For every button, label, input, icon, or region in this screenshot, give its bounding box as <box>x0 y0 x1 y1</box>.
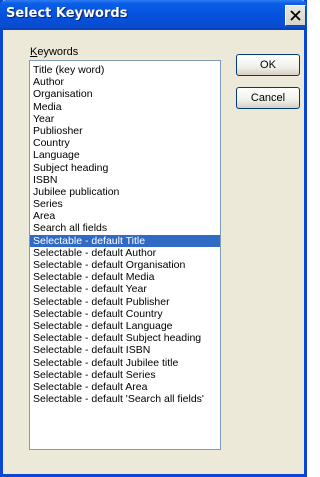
keyword-list-item[interactable]: Selectable - default Organisation <box>30 259 220 271</box>
dialog-title: Select Keywords <box>6 6 128 21</box>
keyword-list-item[interactable]: Country <box>30 137 220 149</box>
keywords-label-text: eywords <box>37 46 79 58</box>
keyword-list-item[interactable]: Author <box>30 76 220 88</box>
keyword-list-item[interactable]: Selectable - default Year <box>30 283 220 295</box>
keyword-list-item[interactable]: Selectable - default Title <box>30 234 220 247</box>
close-icon <box>290 10 301 21</box>
keyword-list-item[interactable]: Selectable - default Series <box>30 369 220 381</box>
close-button[interactable] <box>285 5 306 26</box>
keyword-list-item[interactable]: Selectable - default Language <box>30 320 220 332</box>
keyword-list-item[interactable]: Series <box>30 198 220 210</box>
keyword-list-item[interactable]: Organisation <box>30 88 220 100</box>
keywords-list: Title (key word) Author Organisation Media Y… <box>30 61 220 405</box>
cancel-button[interactable]: Cancel <box>236 87 300 109</box>
keyword-list-item[interactable]: Selectable - default Publisher <box>30 296 220 308</box>
keyword-list-item[interactable]: Selectable - default ISBN <box>30 344 220 356</box>
keyword-list-item[interactable]: Selectable - default Subject heading <box>30 332 220 344</box>
keyword-list-item[interactable]: Search all fields <box>30 222 220 234</box>
keyword-list-item[interactable]: Selectable - default 'Search all fields' <box>30 393 220 405</box>
keyword-list-item[interactable]: Title (key word) <box>30 64 220 76</box>
title-bar[interactable]: Select Keywords <box>0 0 307 30</box>
keyword-list-item[interactable]: Year <box>30 113 220 125</box>
keyword-list-item[interactable]: Subject heading <box>30 162 220 174</box>
keyword-list-item[interactable]: Selectable - default Author <box>30 247 220 259</box>
keyword-list-item[interactable]: Selectable - default Country <box>30 308 220 320</box>
keywords-label: Keywords <box>30 46 78 58</box>
keyword-list-item[interactable]: Media <box>30 101 220 113</box>
keywords-listbox[interactable]: Title (key word) Author Organisation Media Y… <box>29 60 221 450</box>
keyword-list-item[interactable]: Selectable - default Media <box>30 271 220 283</box>
keyword-list-item[interactable]: Selectable - default Area <box>30 381 220 393</box>
keyword-list-item[interactable]: Language <box>30 149 220 161</box>
keyword-list-item[interactable]: Area <box>30 210 220 222</box>
keyword-list-item[interactable]: ISBN <box>30 174 220 186</box>
keyword-list-item[interactable]: Publiosher <box>30 125 220 137</box>
select-keywords-dialog: Select Keywords Keywords Title (key word… <box>0 0 307 477</box>
ok-button[interactable]: OK <box>236 54 300 76</box>
keyword-list-item[interactable]: Selectable - default Jubilee title <box>30 357 220 369</box>
keyword-list-item[interactable]: Jubilee publication <box>30 186 220 198</box>
